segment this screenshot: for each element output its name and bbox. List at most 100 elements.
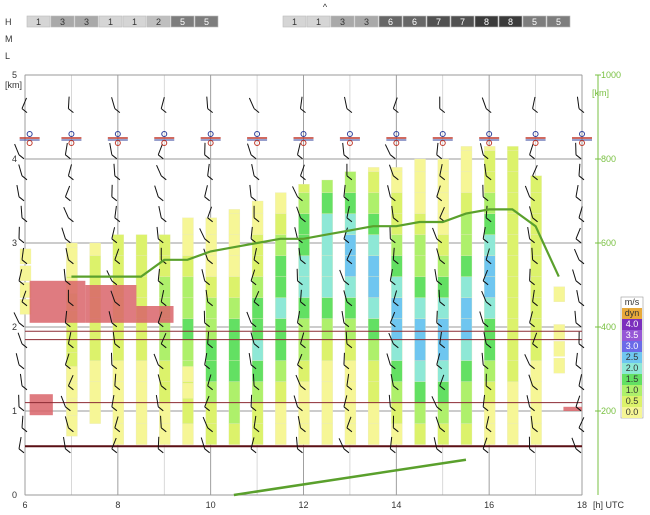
velocity-cell [228,360,241,382]
velocity-cell [344,402,357,424]
wind-barb [157,436,160,449]
velocity-cell [530,360,542,382]
velocity-cell [228,297,241,319]
legend-label: dyn [625,308,640,318]
wind-barb [436,310,438,323]
collapse-arrow-icon[interactable]: ^ [323,2,328,12]
velocity-cell [414,360,426,382]
velocity-cell [507,339,519,361]
velocity-cell [414,192,426,214]
velocity-cell [484,150,496,172]
y-left-tick-label: 3 [12,238,17,248]
velocity-cell [437,158,449,172]
velocity-cell [437,234,449,256]
velocity-cell [414,423,426,445]
velocity-cell [414,297,426,319]
velocity-cell [182,318,194,340]
velocity-cell [251,234,264,256]
velocity-cell [321,360,333,382]
legend-label: 3.5 [626,330,639,340]
velocity-cell [414,318,426,340]
velocity-cell [507,423,519,445]
velocity-cell [228,234,241,256]
legend-label: 0.0 [626,407,639,417]
cloud-cell-value: 5 [204,17,209,27]
velocity-cell [507,255,519,277]
velocity-cell [460,297,473,319]
y-left-tick-label: 2 [12,322,17,332]
velocity-cell [112,402,124,424]
legend-title: m/s [625,297,640,307]
velocity-cell [19,282,32,298]
velocity-cell [298,276,310,298]
velocity-cell [321,423,333,445]
velocity-cell [182,366,194,382]
x-tick-label: 16 [484,500,494,510]
velocity-cell [367,381,380,403]
velocity-cell [66,331,78,353]
velocity-cell [367,234,380,256]
velocity-cell [530,339,542,361]
velocity-cell [275,213,287,235]
wind-barb [252,373,255,386]
velocity-cell [507,297,519,319]
wind-barb [343,352,345,365]
y-right-tick-label: 400 [601,322,616,332]
velocity-cell [298,360,310,382]
velocity-cell [507,146,519,151]
legend-label: 2.5 [626,352,639,362]
velocity-cell [507,360,519,382]
velocity-cell [367,339,380,361]
cloud-patch [29,394,53,416]
velocity-cell [414,381,426,403]
velocity-cell [228,255,241,277]
velocity-cell [298,184,310,193]
hml-label-h: H [5,17,12,27]
cloud-patch [29,280,86,323]
velocity-cell [66,261,78,277]
hml-labels: HML [5,17,13,61]
wind-barb [250,394,253,407]
velocity-cell [553,341,565,357]
velocity-cell [367,360,380,382]
cloud-patch [136,306,174,323]
velocity-cell [228,209,241,214]
velocity-cell [437,213,449,235]
velocity-cell [298,318,310,340]
velocity-cell [530,276,542,298]
cloud-cell-value: 5 [180,17,185,27]
cloud-cell-value: 3 [340,17,345,27]
cloud-cell-value: 1 [316,17,321,27]
cloud-cover-row: 1 3 3 1 1 2 5 5 1 1 3 3 6 6 7 7 8 8 5 5 [26,15,571,28]
velocity-cell [484,146,496,151]
velocity-cell [414,402,426,424]
y-left-unit: [km] [5,80,22,90]
velocity-cell [298,402,310,424]
velocity-cell [367,297,380,319]
velocity-cell [275,339,287,361]
cloud-cell-value: 8 [484,17,489,27]
legend-label: 2.0 [626,363,639,373]
velocity-cell [484,318,496,340]
velocity-cell [367,318,380,340]
velocity-cell [275,423,287,445]
velocity-cell [182,217,194,235]
velocity-cell [530,192,542,214]
velocity-cell [367,276,380,298]
velocity-cell [135,234,148,256]
legend-label: 4.0 [626,319,639,329]
velocity-cell [507,150,519,172]
velocity-cell [135,423,148,445]
meteogram-chart: ^ HML 13311255113366778855 6 8 10 12 14 16 180… [5,2,644,510]
x-tick-label: 18 [577,500,587,510]
velocity-cell [367,255,380,277]
legend-label: 0.5 [626,396,639,406]
velocity-cell [460,192,473,214]
velocity-cell [553,357,565,374]
velocity-cell [275,276,287,298]
wind-barb [16,184,20,197]
velocity-cell [460,234,473,256]
y-left-tick-label: 1 [12,406,17,416]
cloud-cell-value: 6 [388,17,393,27]
velocity-cell [553,286,565,302]
